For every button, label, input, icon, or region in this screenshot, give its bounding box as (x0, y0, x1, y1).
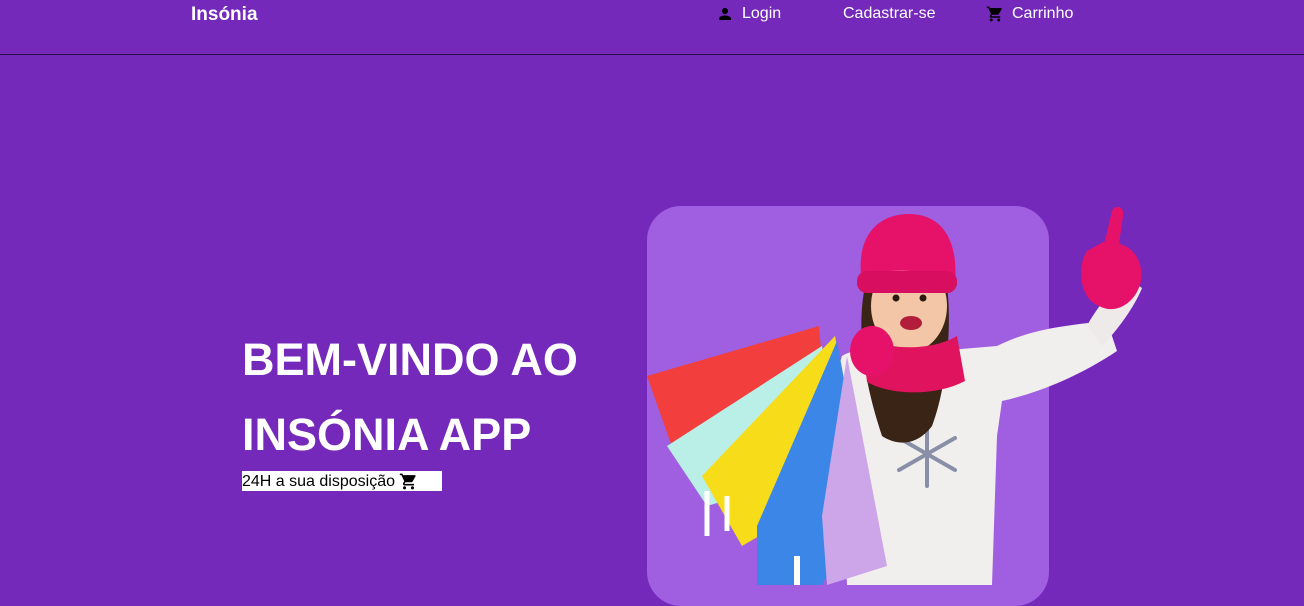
hero-tagline: 24H a sua disposição (242, 471, 442, 491)
top-navbar: Insónia Login Cadastrar-se Carrinho (0, 0, 1304, 55)
signup-label: Cadastrar-se (843, 5, 936, 22)
signup-link[interactable]: Cadastrar-se (843, 5, 935, 23)
tagline-text: 24H a sua disposição (242, 472, 395, 490)
login-link[interactable]: Login (716, 5, 781, 23)
user-icon (716, 5, 734, 23)
girl-with-shopping-bags-illustration (647, 206, 1142, 585)
login-label: Login (742, 5, 782, 22)
brand-logo[interactable]: Insónia (191, 4, 258, 26)
hero-image (647, 206, 1144, 606)
cart-icon (986, 5, 1004, 23)
hero-title-line2: INSÓNIA APP (242, 409, 532, 460)
cart-link[interactable]: Carrinho (986, 5, 1073, 23)
cart-icon (399, 472, 418, 491)
hero-title: BEM-VINDO AO INSÓNIA APP (242, 322, 642, 472)
hero-title-line1: BEM-VINDO AO (242, 334, 578, 385)
cart-label: Carrinho (1012, 5, 1074, 22)
